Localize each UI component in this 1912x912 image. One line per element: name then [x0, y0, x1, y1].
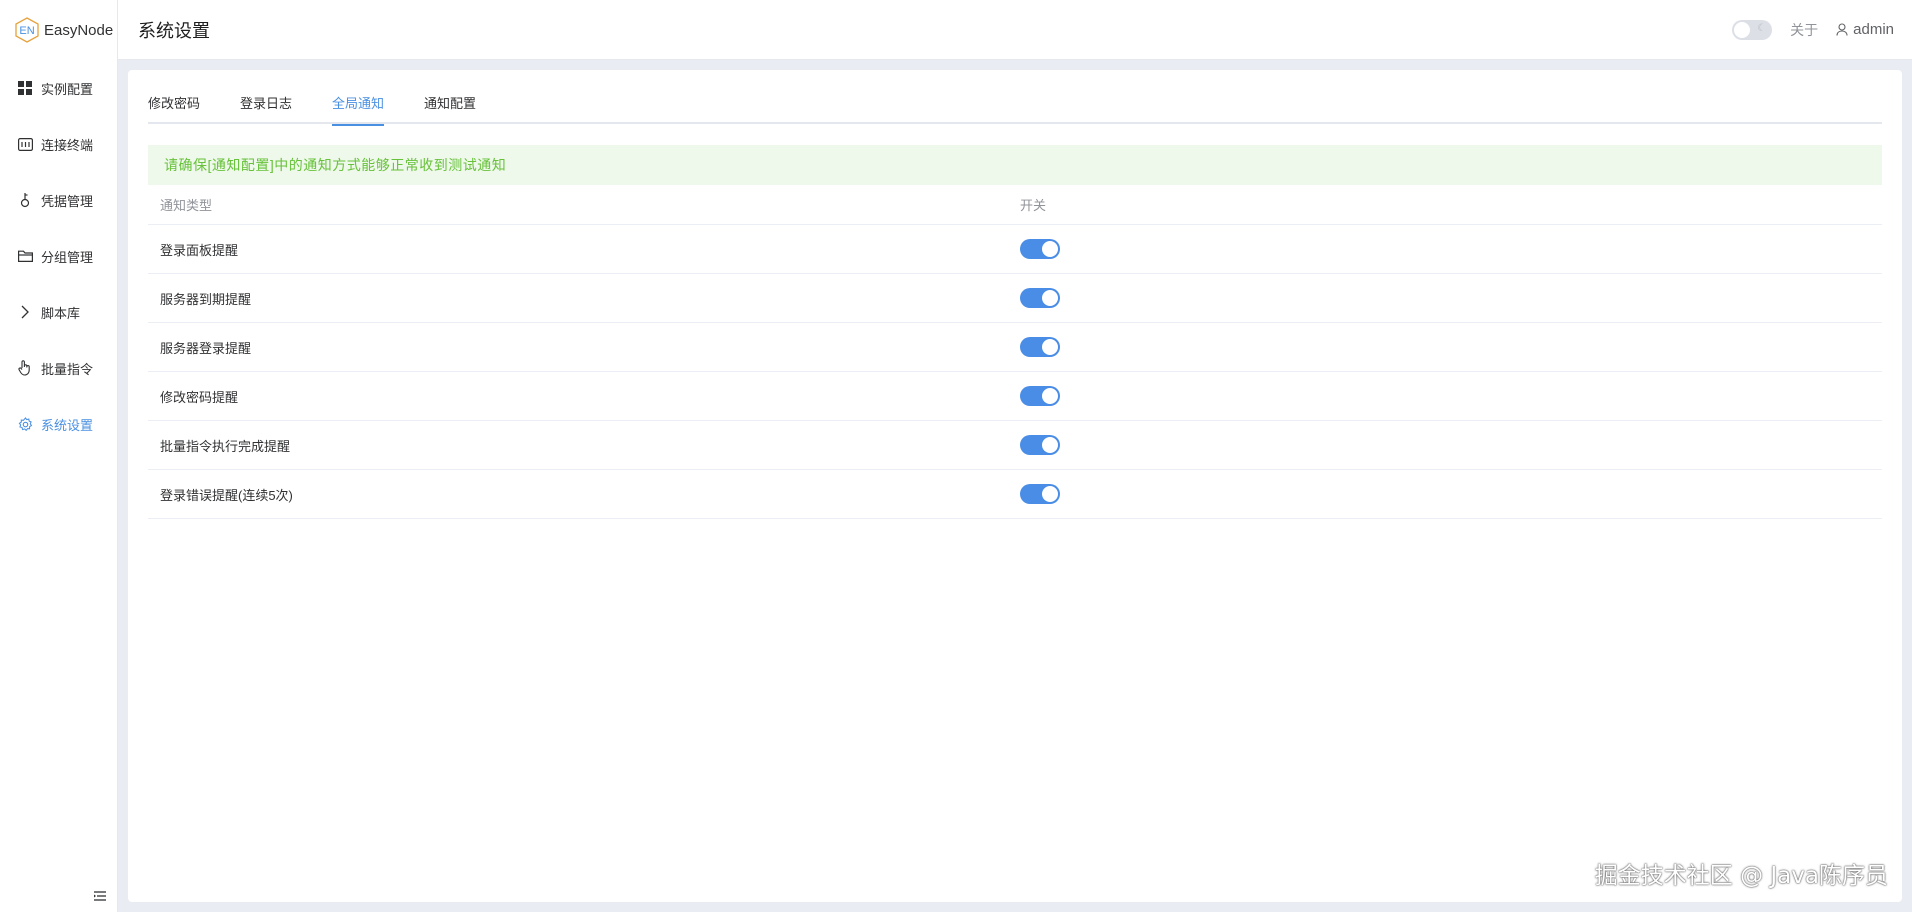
info-alert: 请确保[通知配置]中的通知方式能够正常收到测试通知 — [148, 145, 1882, 185]
top-header: 系统设置 ☾ 关于 admin — [118, 0, 1912, 60]
sidebar-item-label: 分组管理 — [41, 249, 94, 265]
sidebar-item-label: 系统设置 — [41, 417, 94, 433]
tab-login-log[interactable]: 登录日志 — [240, 84, 292, 124]
moon-icon: ☾ — [1757, 22, 1767, 34]
sidebar-item-terminal[interactable]: 连接终端 — [0, 116, 117, 172]
tab-change-password[interactable]: 修改密码 — [148, 84, 200, 124]
chevron-right-icon — [16, 303, 34, 321]
toggle-knob — [1734, 21, 1751, 38]
sidebar-item-batch[interactable]: 批量指令 — [0, 340, 117, 396]
table-row: 修改密码提醒 — [148, 372, 1882, 421]
sidebar-item-credentials[interactable]: 凭据管理 — [0, 172, 117, 228]
toggle-knob — [1042, 290, 1058, 306]
notification-type: 登录错误提醒(连续5次) — [160, 487, 293, 503]
theme-toggle[interactable]: ☾ — [1732, 19, 1773, 40]
sidebar-item-label: 实例配置 — [41, 81, 94, 97]
user-name: admin — [1853, 21, 1894, 38]
table-row: 批量指令执行完成提醒 — [148, 421, 1882, 470]
user-menu[interactable]: admin — [1836, 21, 1894, 38]
toggle-knob — [1042, 486, 1058, 502]
terminal-icon — [16, 135, 34, 153]
notification-toggle[interactable] — [1020, 239, 1060, 259]
sidebar-item-label: 脚本库 — [41, 305, 81, 321]
notification-toggle[interactable] — [1020, 337, 1060, 357]
toggle-knob — [1042, 437, 1058, 453]
sidebar: EN EasyNode 实例配置 连接终端 凭据管理 分组管理 脚本库 批量指令… — [0, 0, 118, 912]
about-link[interactable]: 关于 — [1790, 20, 1818, 40]
collapse-sidebar-button[interactable] — [92, 888, 108, 904]
notification-table: 通知类型 开关 登录面板提醒 服务器到期提醒 服务器登录提醒 修改密码提醒 批量… — [148, 185, 1882, 519]
grid-icon — [16, 79, 34, 97]
page-title: 系统设置 — [138, 20, 210, 41]
sidebar-item-groups[interactable]: 分组管理 — [0, 228, 117, 284]
folder-icon — [16, 247, 34, 265]
sidebar-item-label: 连接终端 — [41, 137, 94, 153]
key-icon — [16, 191, 34, 209]
column-header-switch: 开关 — [1020, 198, 1047, 213]
toggle-knob — [1042, 241, 1058, 257]
sidebar-item-settings[interactable]: 系统设置 — [0, 396, 117, 452]
gear-icon — [16, 415, 34, 433]
table-row: 登录面板提醒 — [148, 225, 1882, 274]
table-row: 服务器登录提醒 — [148, 323, 1882, 372]
logo[interactable]: EN EasyNode — [0, 0, 117, 60]
logo-icon: EN — [14, 17, 40, 43]
notification-type: 批量指令执行完成提醒 — [160, 438, 291, 454]
tab-global-notification[interactable]: 全局通知 — [332, 84, 385, 126]
sidebar-item-instances[interactable]: 实例配置 — [0, 60, 117, 116]
toggle-knob — [1042, 388, 1058, 404]
table-header: 通知类型 开关 — [148, 185, 1882, 225]
column-header-type: 通知类型 — [160, 198, 213, 213]
notification-type: 服务器登录提醒 — [160, 340, 252, 356]
notification-type: 服务器到期提醒 — [160, 291, 252, 307]
notification-toggle[interactable] — [1020, 435, 1060, 455]
menu-fold-icon — [94, 888, 106, 904]
sidebar-item-label: 凭据管理 — [41, 193, 94, 209]
sidebar-item-label: 批量指令 — [41, 361, 94, 377]
header-actions: ☾ 关于 admin — [1732, 19, 1894, 40]
svg-text:EN: EN — [19, 25, 34, 37]
main-panel: 修改密码 登录日志 全局通知 通知配置 请确保[通知配置]中的通知方式能够正常收… — [128, 70, 1902, 902]
settings-tabs: 修改密码 登录日志 全局通知 通知配置 — [148, 84, 1882, 126]
watermark: 掘金技术社区 @ Java陈序员 — [1594, 863, 1888, 889]
tab-notification-config[interactable]: 通知配置 — [424, 84, 476, 124]
notification-toggle[interactable] — [1020, 288, 1060, 308]
pointer-icon — [16, 359, 34, 377]
toggle-knob — [1042, 339, 1058, 355]
notification-type: 修改密码提醒 — [160, 389, 239, 405]
notification-type: 登录面板提醒 — [160, 242, 239, 258]
table-row: 登录错误提醒(连续5次) — [148, 470, 1882, 519]
notification-toggle[interactable] — [1020, 484, 1060, 504]
table-row: 服务器到期提醒 — [148, 274, 1882, 323]
logo-text: EasyNode — [44, 21, 114, 39]
sidebar-item-scripts[interactable]: 脚本库 — [0, 284, 117, 340]
sidebar-menu: 实例配置 连接终端 凭据管理 分组管理 脚本库 批量指令 系统设置 — [0, 60, 117, 452]
user-icon — [1836, 22, 1850, 37]
notification-toggle[interactable] — [1020, 386, 1060, 406]
